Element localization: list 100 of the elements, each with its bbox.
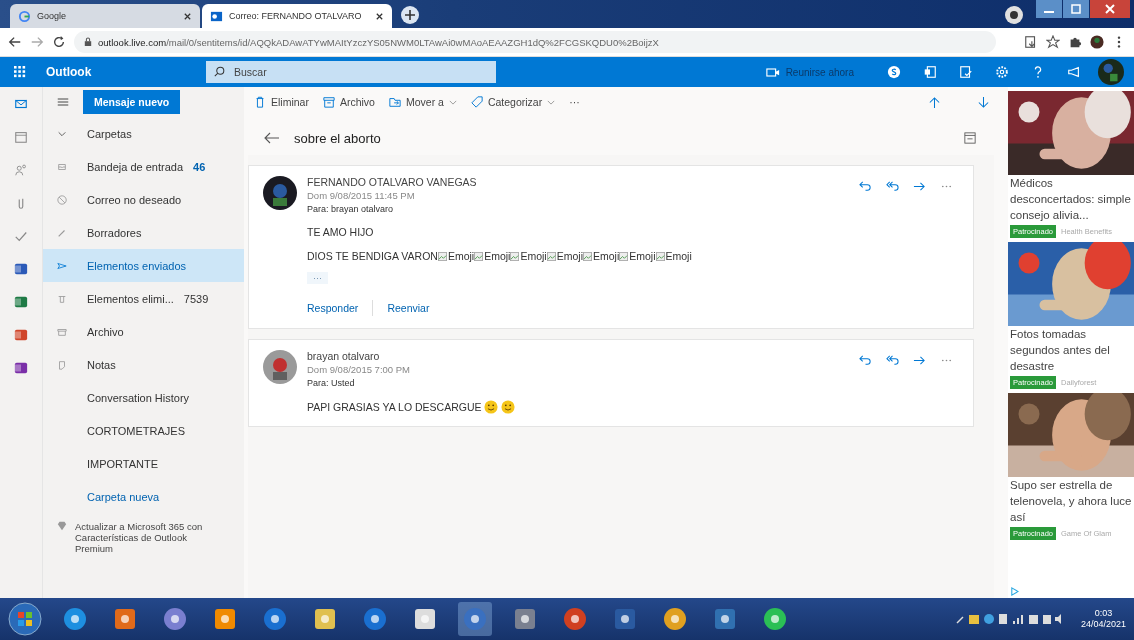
archive-icon [322, 96, 335, 108]
folder-item[interactable]: IMPORTANTE [43, 447, 244, 480]
avatar-icon[interactable] [1090, 35, 1104, 49]
office-icon[interactable] [923, 65, 937, 79]
ad-headline[interactable]: Fotos tomadas segundos antes del desastre [1008, 326, 1134, 374]
collapse-icon[interactable] [964, 132, 976, 144]
message-text: TE AMO HIJO [307, 226, 374, 238]
extension-icon[interactable] [1004, 5, 1024, 25]
mail-icon[interactable] [14, 97, 28, 111]
g-logo-icon [18, 9, 31, 23]
app-name: Outlook [46, 65, 93, 79]
toolbar-button[interactable]: Eliminar [254, 96, 309, 108]
folder-item[interactable]: Conversation History [43, 381, 244, 414]
forward-icon[interactable] [913, 354, 926, 367]
inbox-icon [57, 161, 67, 172]
folder-move-icon [388, 96, 401, 108]
ad-headline[interactable]: Supo ser estrella de telenovela, y ahora luce así [1008, 477, 1134, 525]
folder-item[interactable]: Archivo [43, 315, 244, 348]
ad-choices-icon[interactable] [1010, 587, 1019, 596]
conversation-subject: sobre el aborto [294, 130, 381, 146]
more-button[interactable]: ··· [569, 96, 580, 108]
broken-image: Emoji [582, 250, 620, 262]
ppt-icon[interactable] [14, 328, 28, 342]
reload-icon[interactable] [52, 35, 66, 49]
new-message-button[interactable]: Mensaje nuevo [83, 90, 181, 114]
folder-item[interactable]: Elementos enviados [43, 249, 244, 282]
message-action-link[interactable]: Responder [307, 302, 359, 314]
lock-icon [84, 37, 92, 47]
restore-button[interactable] [1063, 0, 1089, 18]
search-icon [214, 66, 225, 77]
reply-icon[interactable] [859, 180, 872, 193]
up-arrow-icon[interactable] [928, 95, 941, 109]
reply-all-icon[interactable] [886, 180, 899, 193]
video-camera-icon [765, 66, 780, 78]
toolbar-button[interactable]: Mover a [388, 96, 457, 108]
sender-name: FERNANDO OTALVARO VANEGAS [307, 176, 477, 188]
start-button[interactable] [8, 602, 42, 636]
recipient-line: Para: brayan otalvaro [307, 204, 394, 214]
back-icon[interactable] [264, 132, 280, 144]
install-icon[interactable] [1024, 35, 1038, 49]
browser-tab[interactable]: Google [10, 4, 200, 28]
broken-image: Emoji [655, 250, 692, 262]
message-text: PAPI GRASIAS YA LO DESCARGUE [307, 401, 482, 413]
ad-headline[interactable]: Médicos desconcertados: simple consejo alivia... [1008, 175, 1134, 223]
address-bar[interactable]: outlook.live.com/mail/0/sentitems/id/AQQkADAwATYwMAItYzczYS05NWM0LTAwAi0wMAoAEAAZGH1dQ%2FCGSKQDU0%2BoijzX [74, 31, 996, 53]
folder-item[interactable]: CORTOMETRAJES [43, 414, 244, 447]
trash-icon [254, 96, 266, 108]
pencil-icon [57, 227, 67, 238]
broken-image: Emoji [510, 250, 547, 262]
minimize-button[interactable] [1036, 0, 1062, 18]
onenote-icon[interactable] [14, 361, 28, 375]
message-action-link[interactable]: Reenviar [387, 302, 430, 314]
down-arrow-icon[interactable] [977, 95, 990, 109]
folder-item[interactable]: Notas [43, 348, 244, 381]
folder-item[interactable]: Elementos elimi... 7539 [43, 282, 244, 315]
close-icon[interactable] [375, 11, 384, 21]
sender-name: brayan otalvaro [307, 350, 380, 362]
megaphone-icon[interactable] [1067, 65, 1081, 79]
broken-image: Emoji [437, 250, 475, 262]
trash-icon [57, 293, 67, 304]
recipient-line: Para: Usted [307, 378, 355, 388]
folder-item[interactable]: Correo no deseado [43, 183, 244, 216]
back-icon[interactable] [8, 35, 22, 49]
puzzle-icon[interactable] [1068, 35, 1082, 49]
tag-icon [470, 96, 483, 108]
folder-item[interactable]: Borradores [43, 216, 244, 249]
clock[interactable]: 0:03 24/04/2021 [1080, 608, 1126, 630]
close-window-button[interactable] [1090, 0, 1130, 18]
skype-icon[interactable] [887, 65, 901, 79]
reply-all-icon[interactable] [886, 354, 899, 367]
junk-icon [57, 194, 67, 205]
star-icon[interactable] [1046, 35, 1060, 49]
message-date: Dom 9/08/2015 7:00 PM [307, 364, 410, 375]
forward-icon[interactable] [913, 180, 926, 193]
folder-item[interactable]: Bandeja de entrada 46 [43, 150, 244, 183]
toolbar-button[interactable]: Categorizar [470, 96, 556, 108]
archive-icon [57, 326, 67, 337]
browser-tab[interactable]: Correo: FERNANDO OTALVARO [202, 4, 392, 28]
check-icon[interactable] [14, 229, 28, 243]
folders-header[interactable]: Carpetas [43, 117, 244, 150]
new-folder-link[interactable]: Carpeta nueva [43, 480, 244, 513]
todo-icon[interactable] [959, 65, 973, 79]
send-icon [57, 260, 67, 271]
settings-icon[interactable] [995, 65, 1009, 79]
upgrade-link[interactable]: Actualizar a Microsoft 365 con Características de Outlook Premium [75, 521, 205, 554]
toolbar-button[interactable]: Archivo [322, 96, 375, 108]
excel-icon[interactable] [14, 295, 28, 309]
new-tab-button[interactable] [400, 5, 420, 25]
calendar-icon[interactable] [14, 130, 28, 144]
app-launcher-icon[interactable] [14, 66, 26, 78]
expand-button[interactable]: ··· [307, 272, 328, 284]
message-text: DIOS TE BENDIGA VARON [307, 250, 438, 262]
search-field[interactable]: Buscar [206, 61, 496, 83]
reply-icon[interactable] [859, 354, 872, 367]
outlook-icon [210, 9, 223, 23]
broken-image: Emoji [474, 250, 511, 262]
close-icon[interactable] [183, 11, 192, 21]
word-icon[interactable] [14, 262, 28, 276]
diamond-icon [57, 521, 67, 531]
avatar-icon [263, 176, 297, 210]
